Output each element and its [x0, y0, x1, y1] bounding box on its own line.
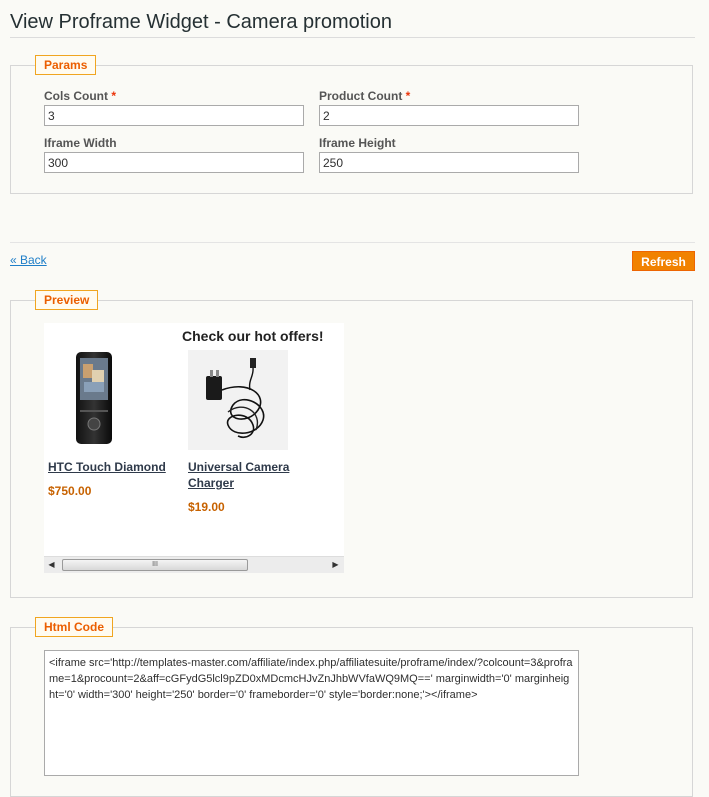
scroll-right-icon[interactable]: ▶ [331, 560, 340, 569]
html-code-legend: Html Code [35, 617, 113, 637]
html-code-fieldset: Html Code <iframe src='http://templates-… [10, 617, 693, 797]
preview-fieldset: Preview Check our hot offers! HTC Touch … [10, 290, 693, 598]
cols-count-label-text: Cols Count [44, 89, 108, 103]
product-name-link[interactable]: HTC Touch Diamond [48, 459, 178, 475]
charger-cable-image[interactable] [188, 350, 288, 450]
html-code-textarea[interactable]: <iframe src='http://templates-master.com… [44, 650, 579, 776]
iframe-height-input[interactable] [319, 152, 579, 173]
product-count-label: Product Count * [319, 89, 410, 103]
back-link[interactable]: « Back [10, 253, 47, 267]
product-count-input[interactable] [319, 105, 579, 126]
cols-count-input[interactable] [44, 105, 304, 126]
params-fieldset: Params Cols Count * Product Count * Ifra… [10, 55, 693, 194]
scroll-left-icon[interactable]: ◀ [47, 560, 56, 569]
product-price: $750.00 [48, 484, 92, 498]
iframe-width-label: Iframe Width [44, 136, 117, 150]
product-count-label-text: Product Count [319, 89, 403, 103]
scroll-thumb[interactable]: III [62, 559, 248, 571]
cols-count-label: Cols Count * [44, 89, 116, 103]
smartphone-image[interactable] [48, 350, 148, 450]
divider [10, 242, 695, 243]
required-mark: * [405, 89, 411, 103]
product-name-link[interactable]: Universal Camera Charger [188, 459, 298, 491]
page-title: View Proframe Widget - Camera promotion [10, 9, 695, 38]
horizontal-scrollbar[interactable]: ◀ III ▶ [44, 556, 344, 573]
required-mark: * [111, 89, 117, 103]
hot-offers-heading: Check our hot offers! [182, 328, 324, 344]
params-legend: Params [35, 55, 97, 75]
iframe-width-input[interactable] [44, 152, 304, 173]
product-price: $19.00 [188, 500, 225, 514]
preview-legend: Preview [35, 290, 99, 310]
iframe-height-label: Iframe Height [319, 136, 396, 150]
preview-iframe: Check our hot offers! HTC Touch Diamond … [44, 323, 344, 573]
refresh-button[interactable]: Refresh [632, 251, 695, 271]
